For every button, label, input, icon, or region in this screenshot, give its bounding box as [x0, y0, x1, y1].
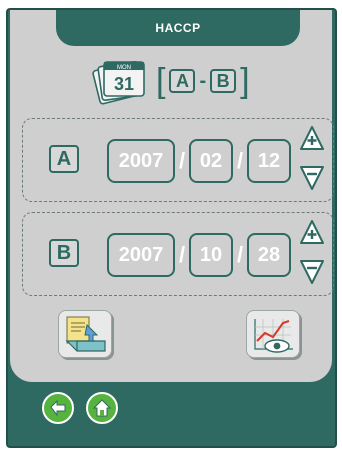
page-title-text: HACCP — [155, 21, 201, 35]
range-label-b: B — [210, 69, 237, 93]
range-b-date: 2007 / 10 / 28 — [107, 233, 291, 277]
calendar-month: MON — [117, 65, 131, 71]
range-a-group: A 2007 / 02 / 12 — [22, 118, 334, 202]
range-a-increase-button[interactable] — [299, 125, 325, 151]
export-button[interactable] — [58, 310, 112, 358]
export-icon — [65, 316, 106, 352]
range-b-tag: B — [49, 239, 79, 267]
range-b-increase-button[interactable] — [299, 219, 325, 245]
range-label-a: A — [169, 69, 196, 93]
range-b-month-field[interactable]: 10 — [189, 233, 233, 277]
range-label: [ A - B ] — [156, 62, 250, 100]
range-b-day-field[interactable]: 28 — [247, 233, 291, 277]
view-chart-button[interactable] — [246, 310, 300, 358]
range-a-tag: A — [49, 145, 79, 173]
range-b-decrease-button[interactable] — [299, 259, 325, 285]
range-a-day-field[interactable]: 12 — [247, 139, 291, 183]
chart-view-icon — [254, 319, 293, 353]
range-a-month-field[interactable]: 02 — [189, 139, 233, 183]
range-label-dash: - — [199, 69, 207, 92]
calendar-stack-icon: MON 31 — [92, 60, 145, 105]
home-button[interactable] — [86, 392, 118, 424]
date-range-title: MON 31 [ A - B ] — [92, 56, 267, 106]
calendar-day: 31 — [114, 74, 134, 94]
range-a-decrease-button[interactable] — [299, 165, 325, 191]
range-a-year-field[interactable]: 2007 — [107, 139, 175, 183]
back-button[interactable] — [42, 392, 74, 424]
range-b-group: B 2007 / 10 / 28 — [22, 212, 334, 296]
range-b-year-field[interactable]: 2007 — [107, 233, 175, 277]
range-a-date: 2007 / 02 / 12 — [107, 139, 291, 183]
page-title: HACCP — [56, 10, 300, 46]
